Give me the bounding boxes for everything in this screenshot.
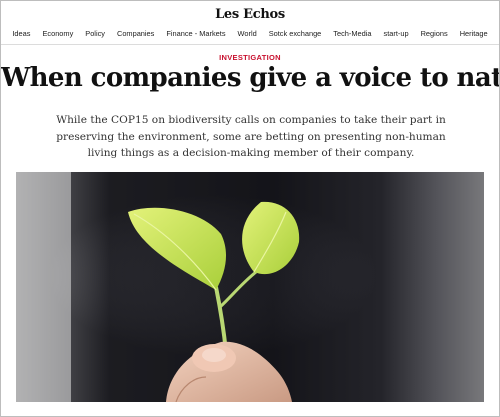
nav-item-companies[interactable]: Companies (111, 29, 160, 38)
nav-item-start-up[interactable]: start-up (378, 29, 415, 38)
nav-item-policy[interactable]: Policy (79, 29, 111, 38)
article-lede: While the COP15 on biodiversity calls on… (56, 114, 446, 159)
nav-item-world[interactable]: World (232, 29, 263, 38)
nav-item-regions[interactable]: Regions (415, 29, 454, 38)
hero-image (16, 172, 484, 402)
section-nav: Ideas Economy Policy Companies Finance -… (1, 23, 499, 45)
nav-item-economy[interactable]: Economy (36, 29, 79, 38)
thumbnail (202, 348, 226, 362)
article-kicker[interactable]: INVESTIGATION (1, 53, 499, 62)
masthead: Les Echos (1, 1, 499, 23)
nav-item-ideas[interactable]: Ideas (6, 29, 36, 38)
nav-item-heritage[interactable]: Heritage (454, 29, 494, 38)
nav-item-finance-markets[interactable]: Finance - Markets (160, 29, 231, 38)
site-logo[interactable]: Les Echos (215, 7, 285, 22)
hero-illustration (16, 172, 484, 402)
hero-left-blur (16, 172, 71, 402)
nav-item-stock-exchange[interactable]: Sotck exchange (263, 29, 328, 38)
nav-item-tech-media[interactable]: Tech-Media (327, 29, 377, 38)
page-frame: Les Echos Ideas Economy Policy Companies… (0, 0, 500, 417)
article-headline: When companies give a voice to nature (1, 63, 500, 93)
